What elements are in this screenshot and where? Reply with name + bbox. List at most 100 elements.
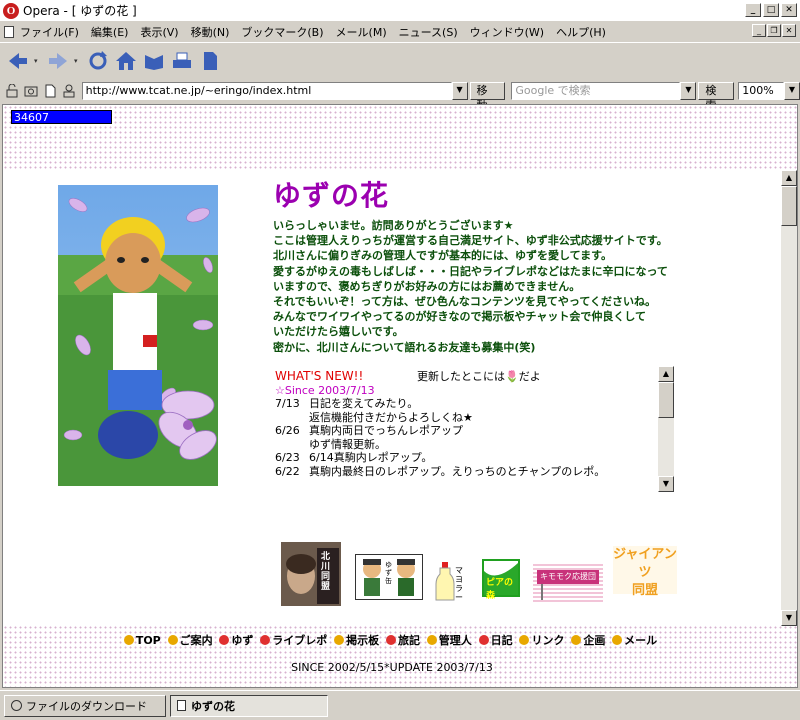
news-scroll-up-button[interactable]: ▲ bbox=[658, 366, 674, 382]
window-taskbar: ファイルのダウンロード ゆずの花 bbox=[0, 690, 800, 720]
intro-line: いらっしゃいませ。訪問ありがとうございます★ bbox=[273, 219, 514, 232]
page-info-icon[interactable] bbox=[42, 83, 58, 99]
search-button[interactable]: 検索 bbox=[698, 82, 735, 112]
reload-icon[interactable] bbox=[86, 48, 110, 74]
menu-file[interactable]: ファイル(F) bbox=[20, 24, 79, 40]
kimomoku-banner[interactable]: キモモク応援団 bbox=[533, 562, 603, 602]
downloads-tab[interactable]: ファイルのダウンロード bbox=[4, 694, 166, 717]
window-title-bar[interactable]: O Opera - [ ゆずの花 ] _ □ ✕ bbox=[0, 0, 800, 22]
intro-line: ここは管理人えりっちが運営する自己満足サイト、ゆず非公式応援サイトです。 bbox=[273, 234, 668, 248]
menu-view[interactable]: 表示(V) bbox=[140, 24, 178, 40]
menu-navigation[interactable]: 移動(N) bbox=[191, 24, 230, 40]
forward-icon[interactable] bbox=[46, 48, 70, 74]
flower-icon bbox=[334, 635, 345, 645]
news-scroll-down-button[interactable]: ▼ bbox=[658, 476, 674, 492]
address-input[interactable]: http://www.tcat.ne.jp/~eringo/index.html bbox=[81, 82, 452, 100]
security-icon[interactable] bbox=[4, 83, 20, 99]
flower-icon bbox=[219, 635, 230, 645]
news-entry: 6/22 真駒内最終日のレポアップ。えりっちのとチャンプのレポ。 bbox=[275, 465, 675, 479]
flower-icon bbox=[123, 635, 134, 645]
site-footer: SINCE 2002/5/15*UPDATE 2003/7/13 bbox=[291, 661, 493, 674]
menu-edit[interactable]: 編集(E) bbox=[91, 24, 129, 40]
page-tab-label: ゆずの花 bbox=[191, 699, 235, 713]
menu-bookmarks[interactable]: ブックマーク(B) bbox=[241, 24, 323, 40]
opera-app-icon: O bbox=[3, 2, 19, 19]
document-icon[interactable] bbox=[4, 25, 14, 38]
flower-icon bbox=[612, 635, 623, 645]
news-scroll-thumb[interactable] bbox=[658, 382, 674, 418]
hotlist-icon[interactable] bbox=[142, 48, 166, 74]
news-line: 返信機能付きだからよろしくね★ bbox=[309, 410, 473, 424]
page-tab-icon bbox=[177, 700, 186, 711]
nav-travel-link[interactable]: 旅記 bbox=[398, 634, 420, 647]
news-entry: 6/26 真駒内両日でっちんレポアップ ゆず情報更新。 bbox=[275, 424, 675, 451]
nav-links-link[interactable]: リンク bbox=[531, 634, 564, 647]
intro-line: いますので、褒めちぎりがお好みの方にはお薦めできません。 bbox=[273, 279, 581, 293]
news-line: ゆず情報更新。 bbox=[309, 437, 386, 451]
back-icon[interactable] bbox=[6, 48, 30, 74]
mayo-banner-text: マヨラー bbox=[455, 566, 463, 602]
yuzu-banner[interactable]: ゆず缶 bbox=[355, 554, 423, 600]
giants-banner-line1: ジャイアンツ bbox=[613, 547, 677, 580]
news-date: 6/22 bbox=[275, 464, 300, 478]
page-scroll-thumb[interactable] bbox=[781, 186, 797, 226]
doc-close-button[interactable]: ✕ bbox=[782, 24, 796, 37]
intro-text: いらっしゃいませ。訪問ありがとうございます★ ここは管理人えりっちが運営する自己… bbox=[273, 218, 703, 355]
user-icon[interactable] bbox=[61, 83, 77, 99]
intro-line: いただけたら嬉しいです。 bbox=[273, 325, 404, 339]
flower-icon bbox=[167, 635, 178, 645]
forward-dropdown-icon[interactable]: ▾ bbox=[74, 57, 82, 65]
back-dropdown-icon[interactable]: ▾ bbox=[34, 57, 42, 65]
address-dropdown-button[interactable]: ▼ bbox=[451, 82, 468, 100]
minimize-button[interactable]: _ bbox=[745, 3, 761, 17]
forest-banner[interactable]: ピアの森 bbox=[482, 559, 520, 601]
page-scroll-up-button[interactable]: ▲ bbox=[781, 170, 797, 186]
menu-window[interactable]: ウィンドウ(W) bbox=[470, 24, 544, 40]
kimomoku-banner-text: キモモク応援団 bbox=[537, 570, 599, 584]
yuzu-banner-text: ゆず缶 bbox=[385, 561, 392, 585]
page-icon[interactable] bbox=[198, 48, 222, 74]
search-input[interactable]: Google で検索 bbox=[511, 82, 681, 100]
intro-line: それでもいいぞ！って方は、ぜひ色んなコンテンツを見てやってくださいね。 bbox=[273, 295, 657, 309]
menu-news[interactable]: ニュース(S) bbox=[399, 24, 458, 40]
news-scrollbar[interactable]: ▲ ▼ bbox=[658, 366, 674, 492]
print-icon[interactable] bbox=[170, 48, 194, 74]
mayo-banner[interactable]: マヨラー bbox=[435, 562, 467, 602]
menu-mail[interactable]: メール(M) bbox=[336, 24, 387, 40]
nav-bbs-link[interactable]: 掲示板 bbox=[346, 634, 379, 647]
search-dropdown-button[interactable]: ▼ bbox=[680, 82, 697, 100]
zoom-select[interactable]: 100% bbox=[738, 82, 785, 100]
close-button[interactable]: ✕ bbox=[781, 3, 797, 17]
nav-yuzu-link[interactable]: ゆず bbox=[231, 634, 253, 647]
nav-guide-link[interactable]: ご案内 bbox=[180, 634, 213, 647]
flower-icon bbox=[571, 635, 582, 645]
kitagawa-banner[interactable]: 北川同盟 bbox=[281, 542, 341, 606]
page-scrollbar[interactable]: ▲ ▼ bbox=[781, 170, 797, 626]
zoom-dropdown-button[interactable]: ▼ bbox=[784, 82, 800, 100]
maximize-button[interactable]: □ bbox=[763, 3, 779, 17]
go-button[interactable]: 移動 bbox=[469, 82, 506, 112]
nav-admin-link[interactable]: 管理人 bbox=[439, 634, 472, 647]
intro-line: 愛するがゆえの毒もしばしば・・・日記やライブレポなどはたまに辛口になって bbox=[273, 264, 668, 278]
page-viewport[interactable]: 34607 ゆずの花 いらっしゃいませ。訪問ありがとうございます★ ここは管理人… bbox=[2, 104, 798, 688]
menu-help[interactable]: ヘルプ(H) bbox=[556, 24, 606, 40]
news-since: ☆Since 2003/7/13 bbox=[275, 383, 375, 397]
page-scroll-down-button[interactable]: ▼ bbox=[781, 610, 797, 626]
page-tab[interactable]: ゆずの花 bbox=[170, 694, 328, 717]
nav-top-link[interactable]: TOP bbox=[136, 634, 161, 647]
doc-minimize-button[interactable]: _ bbox=[752, 24, 766, 37]
news-date: 7/13 bbox=[275, 397, 300, 410]
nav-mail-link[interactable]: メール bbox=[624, 634, 657, 647]
news-entry: 7/13 日記を変えてみたり。 返信機能付きだからよろしくね★ bbox=[275, 397, 675, 424]
nav-live-report-link[interactable]: ライブレポ bbox=[272, 634, 327, 647]
giants-banner[interactable]: ジャイアンツ 同盟 bbox=[613, 546, 677, 598]
news-date: 6/26 bbox=[275, 424, 300, 437]
nav-diary-link[interactable]: 日記 bbox=[491, 634, 513, 647]
cookie-icon[interactable] bbox=[23, 83, 39, 99]
home-icon[interactable] bbox=[114, 48, 138, 74]
nav-project-link[interactable]: 企画 bbox=[583, 634, 605, 647]
doc-restore-button[interactable]: ❐ bbox=[767, 24, 781, 37]
whats-new-box[interactable]: WHAT'S NEW!! 更新したとこには🌷だよ ☆Since 2003/7/1… bbox=[275, 370, 675, 492]
window-title: Opera - [ ゆずの花 ] bbox=[23, 4, 137, 18]
site-navigation: TOP ご案内 ゆず ライブレポ 掲示板 旅記 管理人 日記 リンク 企画 メー… bbox=[3, 632, 781, 648]
